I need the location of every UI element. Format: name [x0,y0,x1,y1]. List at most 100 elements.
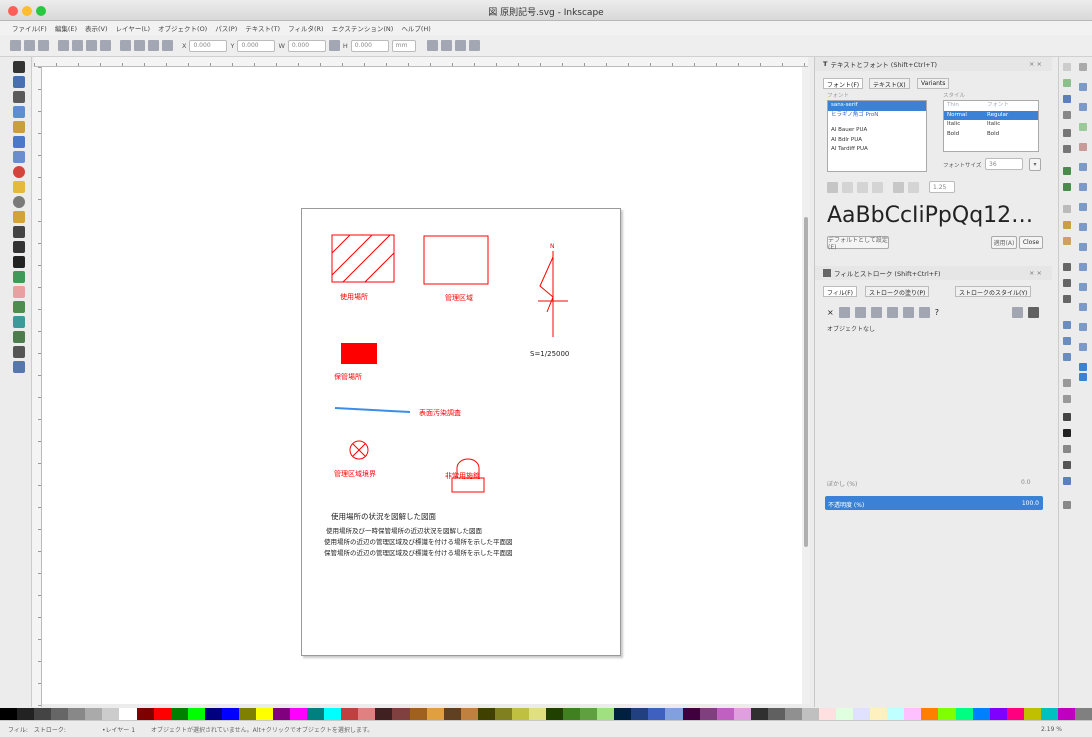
color-swatch[interactable] [1040,708,1058,720]
unit-select[interactable]: mm [391,39,416,52]
font-size-unit-button[interactable]: ▾ [1029,158,1041,171]
flip-horizontal-icon[interactable] [86,40,97,51]
color-swatch[interactable] [443,708,461,720]
gradient-tool-icon[interactable] [13,316,25,328]
style-item[interactable]: Bold Bold [944,130,1038,140]
apply-button[interactable]: 適用(A) [991,236,1017,249]
align-center-icon[interactable] [842,181,853,193]
menu-view[interactable]: 表示(V) [85,23,108,33]
color-swatch[interactable] [68,708,86,720]
snap-bbox-icon[interactable] [1079,83,1087,91]
color-swatch[interactable] [648,708,666,720]
tab-fill[interactable]: フィル(F) [823,286,858,297]
management-area-symbol[interactable] [423,235,489,285]
pen-tool-icon[interactable] [13,226,25,238]
menu-edit[interactable]: 編集(E) [55,23,77,33]
swatch-icon[interactable] [918,306,930,318]
unset-paint-icon[interactable]: ? [935,308,939,317]
color-swatch[interactable] [0,708,18,720]
font-item[interactable]: ヒラギノ角ゴ ProN [828,111,926,121]
color-swatch[interactable] [494,708,512,720]
color-swatch[interactable] [358,708,376,720]
fill-rule-nonzero-icon[interactable] [1027,306,1039,318]
snap-text-icon[interactable] [1079,243,1087,251]
color-swatch[interactable] [921,708,939,720]
snap-rotation-icon[interactable] [1079,223,1087,231]
font-item[interactable]: AI Bauer PUA [828,126,926,136]
north-arrow-symbol[interactable] [538,251,568,337]
pencil-tool-icon[interactable] [13,211,25,223]
rotate-cw-icon[interactable] [72,40,83,51]
style-item[interactable]: Italic Italic [944,120,1038,130]
color-swatch[interactable] [750,708,768,720]
xml-editor-icon[interactable] [1063,461,1071,469]
color-swatch[interactable] [324,708,342,720]
color-swatch[interactable] [17,708,35,720]
zoom-level[interactable]: 2.19 % [1041,726,1062,733]
boundary-x-symbol[interactable] [349,440,369,460]
color-swatch[interactable] [375,708,393,720]
ungroup-icon[interactable] [1063,395,1071,403]
fill-stroke-dialog-icon[interactable] [1063,413,1071,421]
color-swatch[interactable] [972,708,990,720]
color-swatch[interactable] [119,708,137,720]
linear-gradient-icon[interactable] [854,306,866,318]
color-swatch[interactable] [870,708,888,720]
zoom-tool-icon[interactable] [13,106,25,118]
duplicate-icon[interactable] [1063,321,1071,329]
color-swatch[interactable] [511,708,529,720]
zoom-page-icon[interactable] [1063,295,1071,303]
layer-indicator[interactable]: •レイヤー 1 [102,725,135,734]
snap-midpoint-icon[interactable] [1079,283,1087,291]
menu-path[interactable]: パス(P) [215,23,237,33]
color-swatch[interactable] [204,708,222,720]
canvas-vertical-scrollbar[interactable] [802,67,810,704]
color-swatch[interactable] [836,708,854,720]
unlink-clone-icon[interactable] [1063,353,1071,361]
survey-pipe-line[interactable] [334,407,411,413]
x-field[interactable]: 0.000 [189,39,228,52]
preferences-icon[interactable] [1063,501,1071,509]
star-tool-icon[interactable] [13,181,25,193]
color-swatch[interactable] [1057,708,1075,720]
snap-corner-icon[interactable] [1079,373,1087,381]
style-list[interactable]: Thin フォント Normal Regular Italic Italic Bold… [943,100,1039,152]
menu-extensions[interactable]: エクステンション(N) [332,23,394,33]
move-gradients-icon[interactable] [454,40,466,51]
vertical-text-icon[interactable] [908,181,919,193]
import-icon[interactable] [1063,129,1071,137]
cut-icon[interactable] [1063,221,1071,229]
raise-to-top-icon[interactable] [120,40,131,51]
color-swatch[interactable] [597,708,615,720]
group-icon[interactable] [1063,379,1071,387]
color-swatch[interactable] [170,708,188,720]
color-palette[interactable] [0,708,1092,720]
3d-box-tool-icon[interactable] [13,151,25,163]
radial-gradient-icon[interactable] [870,306,882,318]
undo-icon[interactable] [1063,167,1071,175]
tweak-tool-icon[interactable] [13,91,25,103]
color-swatch[interactable] [238,708,256,720]
zoom-drawing-icon[interactable] [1063,279,1071,287]
snap-others-icon[interactable] [1079,263,1087,271]
color-swatch[interactable] [477,708,495,720]
measure-tool-icon[interactable] [13,121,25,133]
flip-vertical-icon[interactable] [100,40,111,51]
connector-tool-icon[interactable] [13,361,25,373]
menu-text[interactable]: テキスト(T) [245,23,280,33]
layers-dialog-icon[interactable] [1063,445,1071,453]
tab-text[interactable]: テキスト(X) [869,78,910,89]
snap-intersection-icon[interactable] [1079,303,1087,311]
color-swatch[interactable] [528,708,546,720]
document-page[interactable]: 使用場所 管理区域 N S=1/25000 保管場所 表面汚染調査 管理区域境界… [301,208,621,656]
color-swatch[interactable] [1074,708,1092,720]
color-swatch[interactable] [631,708,649,720]
lock-ratio-icon[interactable] [328,40,340,51]
color-swatch[interactable] [699,708,717,720]
align-dialog-icon[interactable] [1063,477,1071,485]
mesh-tool-icon[interactable] [13,331,25,343]
fill-stroke-panel-header[interactable]: フィルとストローク (Shift+Ctrl+F) × × [815,266,1052,280]
snap-toggle-icon[interactable] [1079,63,1087,71]
menu-object[interactable]: オブジェクト(O) [158,23,207,33]
lower-icon[interactable] [148,40,159,51]
